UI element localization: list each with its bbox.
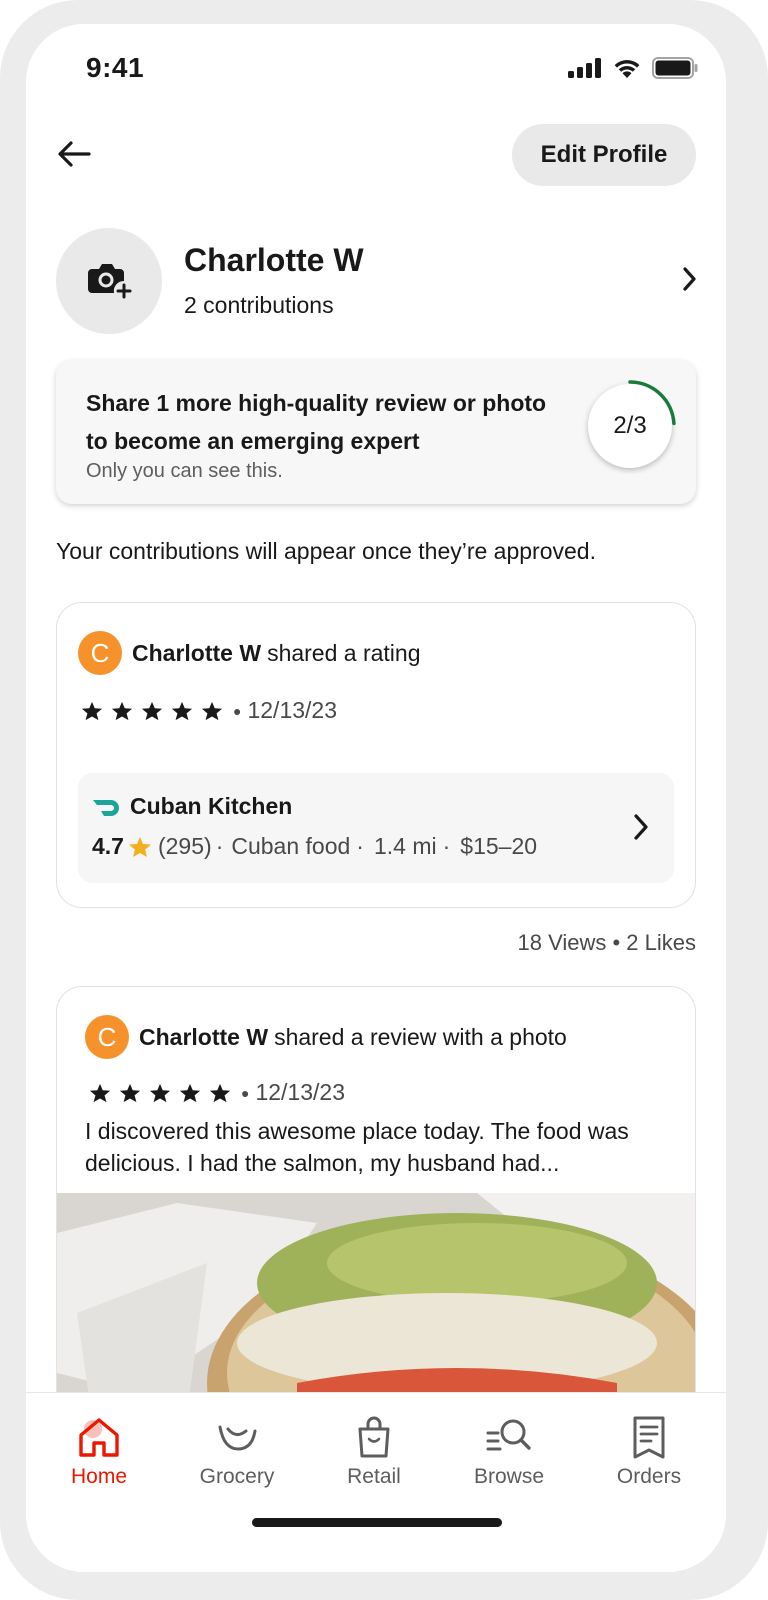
rating-row: ● 12/13/23 [81,697,337,724]
star-icon [171,699,201,723]
profile-header[interactable]: Charlotte W 2 contributions [56,228,700,334]
doordash-logo-icon [93,799,119,816]
tab-browse[interactable]: Browse [449,1415,569,1489]
store-name-row: Cuban Kitchen [92,793,292,820]
chevron-right-icon [634,814,648,840]
back-button[interactable] [52,132,96,176]
star-icon [81,699,111,723]
separator: · [442,833,451,859]
progress-note: Only you can see this. [86,460,283,482]
cellular-signal-icon [568,58,601,78]
author-avatar: C [78,631,122,675]
star-icon [128,836,151,857]
shopping-bag-icon [358,1416,390,1458]
status-icons [568,57,698,79]
star-icon [141,699,171,723]
author-row: C Charlotte W shared a rating [78,631,421,675]
views-likes-stats: 18 Views • 2 Likes [517,930,696,955]
store-rating: 4.7 [92,833,124,859]
bottom-tab-bar: Home Grocery Retail Browse Orders [26,1392,726,1572]
tab-label: Browse [473,1465,545,1488]
contribution-action: shared a rating [267,639,421,666]
status-bar: 9:41 [26,24,726,114]
progress-title: Share 1 more high-quality review or phot… [86,390,547,454]
arrow-left-icon [58,141,91,167]
tab-home[interactable]: Home [39,1415,159,1489]
tab-label: Grocery [199,1465,275,1488]
store-review-count: (295) [157,833,212,859]
add-photo-icon [88,264,132,299]
tab-grocery[interactable]: Grocery [177,1415,297,1489]
separator-dot: ● [233,702,242,719]
avatar[interactable] [56,228,162,334]
tab-retail[interactable]: Retail [314,1415,434,1489]
battery-icon [652,57,698,79]
contributions-count: 2 contributions [184,292,334,318]
progress-count: 2/3 [613,412,647,439]
expert-progress-card: Share 1 more high-quality review or phot… [56,360,696,504]
review-text: I discovered this awesome place today. T… [85,1118,629,1176]
profile-name: Charlotte W [184,242,364,278]
approval-note: Your contributions will appear once they… [56,538,596,564]
star-icon [111,699,141,723]
grocery-icon [218,1425,257,1451]
contribution-action: shared a review with a photo [274,1023,567,1050]
contribution-card[interactable]: C Charlotte W shared a rating ● 12/13/23… [56,602,696,908]
tab-label: Orders [616,1465,682,1488]
separator: · [215,833,224,859]
store-info: 4.7 (295) · Cuban food · 1.4 mi · $15–20 [92,833,537,860]
author-name: Charlotte W [132,639,262,666]
store-distance: 1.4 mi [373,833,437,859]
browse-search-icon [486,1419,531,1451]
tab-label: Retail [347,1465,401,1488]
star-icon [149,1081,179,1105]
edit-profile-button[interactable]: Edit Profile [512,124,696,186]
star-icon [119,1081,149,1105]
star-rating [89,1081,239,1105]
rating-row: ● 12/13/23 [89,1079,345,1106]
contribution-date: 12/13/23 [247,697,337,723]
star-rating [81,699,231,723]
author-avatar: C [85,1015,129,1059]
author-name: Charlotte W [139,1023,269,1050]
contribution-date: 12/13/23 [255,1079,345,1105]
store-cuisine: Cuban food [231,833,351,859]
star-icon [89,1081,119,1105]
store-name: Cuban Kitchen [130,793,293,819]
separator: · [356,833,364,859]
star-icon [179,1081,209,1105]
tab-orders[interactable]: Orders [589,1415,709,1489]
store-price: $15–20 [460,833,538,859]
tab-label: Home [70,1465,128,1488]
app-screen: 9:41 Edit Profile Charlotte W 2 contribu… [26,24,726,1572]
author-row: C Charlotte W shared a review with a pho… [85,1015,567,1059]
home-icon [79,1418,119,1457]
store-link[interactable]: Cuban Kitchen 4.7 (295) · Cuban food · 1… [78,773,674,883]
status-time: 9:41 [86,52,145,83]
receipt-icon [633,1416,665,1459]
home-indicator [252,1518,502,1527]
chevron-right-icon [683,267,696,291]
separator-dot: ● [241,1084,250,1101]
wifi-icon [614,59,640,78]
star-icon [201,699,231,723]
star-icon [209,1081,239,1105]
